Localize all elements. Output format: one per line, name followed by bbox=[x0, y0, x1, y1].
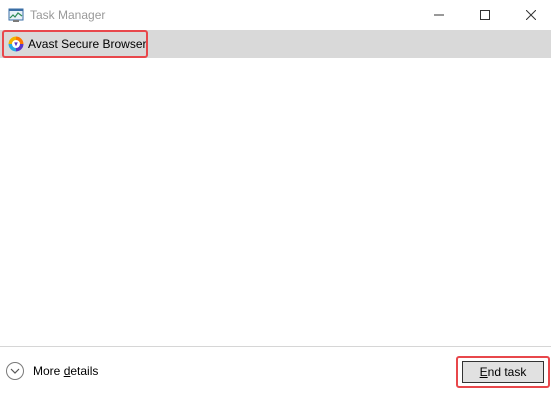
more-details-label: More details bbox=[33, 364, 99, 378]
process-list: Avast Secure Browser bbox=[0, 30, 551, 346]
end-task-button[interactable]: End task bbox=[462, 361, 544, 383]
close-icon bbox=[526, 10, 536, 20]
annotation-highlight-process bbox=[2, 30, 148, 58]
chevron-down-icon bbox=[6, 362, 24, 380]
close-button[interactable] bbox=[508, 0, 551, 30]
maximize-button[interactable] bbox=[462, 0, 508, 30]
title-bar[interactable]: Task Manager bbox=[0, 0, 551, 30]
maximize-icon bbox=[480, 10, 490, 20]
more-details-toggle[interactable]: More details bbox=[6, 361, 98, 381]
window-title: Task Manager bbox=[30, 8, 106, 22]
minimize-button[interactable] bbox=[416, 0, 462, 30]
task-manager-window: Task Manager Avast Secure Browser More d… bbox=[0, 0, 551, 394]
process-row[interactable]: Avast Secure Browser bbox=[0, 30, 551, 58]
minimize-icon bbox=[434, 14, 444, 16]
task-manager-icon bbox=[8, 7, 24, 23]
footer-bar: More details End task bbox=[0, 346, 551, 394]
